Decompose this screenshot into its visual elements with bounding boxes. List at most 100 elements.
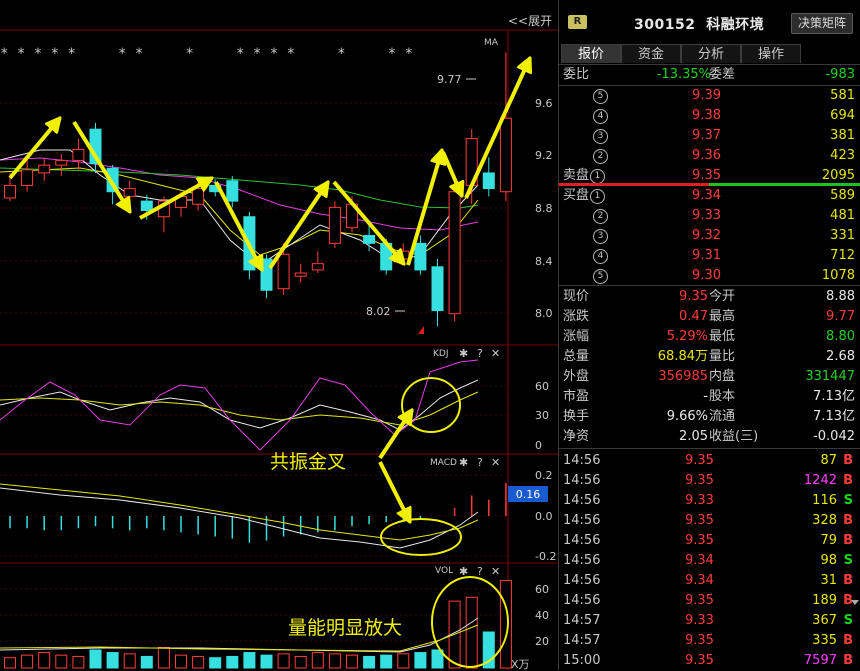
tick-volume: 189 [812, 593, 837, 608]
stats-row: 外盘 356985 内盘 331447 [559, 367, 860, 387]
price-axis-tick: 9.6 [535, 97, 553, 110]
candle-body [140, 200, 153, 211]
candle-body [38, 164, 51, 174]
macd-close-icon: ✕ [491, 456, 500, 469]
volume-bar [277, 653, 290, 669]
scroll-down-icon[interactable] [851, 600, 859, 605]
ask-price: 9.37 [692, 128, 721, 143]
tab-analysis[interactable]: 分析 [681, 44, 741, 63]
tick-time: 14:56 [563, 573, 601, 588]
stock-chart[interactable]: 9.69.28.88.48.0 60300 0.20.0-0.2 604020 … [0, 0, 558, 670]
tick-row[interactable]: 14:57 9.35 335 B [559, 631, 860, 651]
volume-bar [363, 655, 376, 669]
bid-level-3[interactable]: 3 9.32 331 [559, 226, 860, 246]
tick-row[interactable]: 14:56 9.35 79 B [559, 531, 860, 551]
tab-operation[interactable]: 操作 [741, 44, 801, 63]
volume-bar [4, 657, 16, 669]
ask-level-4[interactable]: 4 9.38 694 [559, 106, 860, 126]
macd-axis-tick: -0.2 [535, 550, 556, 563]
vol-axis-tick: 60 [535, 583, 549, 596]
ask-volume: 381 [830, 128, 855, 143]
stat-label: 换手 [563, 409, 590, 424]
vol-close-icon: ✕ [491, 565, 500, 578]
stats-row: 换手 9.66% 流通 7.13亿 [559, 407, 860, 427]
candle-body [277, 253, 290, 290]
ask-level-3[interactable]: 3 9.37 381 [559, 126, 860, 146]
signal-stars: * * * * * * * * * * * * * * * [0, 46, 413, 62]
bid-level-1[interactable]: 买盘 1 9.34 589 [559, 186, 860, 206]
volume-bar [55, 654, 68, 669]
tick-time: 14:56 [563, 473, 601, 488]
candle-body [226, 180, 239, 202]
stat-label: 净资 [563, 429, 590, 444]
quote-panel: R 300152 科融环境 决策矩阵 报价 资金 分析 操作 委比 -13.35… [558, 0, 860, 670]
stock-code: 300152 [634, 17, 696, 33]
tick-price: 9.35 [685, 453, 714, 468]
vol-axis-tick: 40 [535, 609, 549, 622]
expand-button[interactable]: <<展开 [508, 12, 552, 29]
tab-funds[interactable]: 资金 [621, 44, 681, 63]
stat-label: 外盘 [563, 369, 590, 384]
tick-direction: B [843, 453, 853, 468]
volume-bar [106, 652, 119, 669]
stat-value: 9.66% [666, 409, 708, 424]
volume-bar [140, 655, 153, 669]
decision-matrix-button[interactable]: 决策矩阵 [791, 13, 853, 34]
ask-level-2[interactable]: 2 9.36 423 [559, 146, 860, 166]
ask-volume: 581 [830, 88, 855, 103]
stat-value: 68.84万 [657, 349, 708, 364]
tick-direction: B [843, 513, 853, 528]
stat-label: 流通 [709, 409, 736, 424]
candle-body [294, 272, 307, 277]
tick-row[interactable]: 14:57 9.33 367 S [559, 611, 860, 631]
stat-label: 最高 [709, 309, 736, 324]
stock-title: 300152 科融环境 [634, 14, 764, 34]
ma-line-yellow [0, 167, 479, 256]
stat-value: 2.05 [679, 429, 708, 444]
tick-price: 9.33 [685, 613, 714, 628]
volume-bar [499, 580, 512, 669]
tick-direction: S [843, 493, 853, 508]
kdj-axis-tick: 60 [535, 380, 549, 393]
chart-panel[interactable]: 9.6 9.2 8.8 8.4 8.0 60 30 0 0.2 0.0 -0.2 60 40 20 … [0, 0, 558, 670]
tick-row[interactable]: 14:56 9.34 31 B [559, 571, 860, 591]
tick-row[interactable]: 14:56 9.35 328 B [559, 511, 860, 531]
stat-value: 0.47 [679, 309, 708, 324]
bid-level-4[interactable]: 4 9.31 712 [559, 246, 860, 266]
tick-price: 9.34 [685, 553, 714, 568]
tick-volume: 328 [812, 513, 837, 528]
volume-bar [89, 649, 102, 669]
macd-axis-tick: 0.0 [535, 510, 553, 523]
tick-row[interactable]: 14:56 9.35 1242 B [559, 471, 860, 491]
tick-time: 14:56 [563, 533, 601, 548]
volume-bar [380, 654, 393, 669]
tick-price: 9.35 [685, 633, 714, 648]
bid-level-2[interactable]: 2 9.33 481 [559, 206, 860, 226]
ask-level-5[interactable]: 5 9.39 581 [559, 86, 860, 106]
tick-price: 9.35 [685, 593, 714, 608]
volume-bar [192, 655, 205, 669]
volume-bar [123, 653, 136, 669]
level-number-icon: 1 [590, 189, 605, 204]
bid-volume: 589 [830, 188, 855, 203]
tick-row[interactable]: 14:56 9.35 189 B [559, 591, 860, 611]
bid-volume: 712 [830, 248, 855, 263]
volume-bar [226, 655, 239, 669]
bid-price: 9.30 [692, 268, 721, 283]
tick-row[interactable]: 14:56 9.34 98 S [559, 551, 860, 571]
tick-row[interactable]: 14:56 9.33 116 S [559, 491, 860, 511]
tab-quote[interactable]: 报价 [561, 44, 621, 63]
bid-level-5[interactable]: 5 9.30 1078 [559, 266, 860, 286]
macd-axis: 0.2 0.0 -0.2 [535, 469, 556, 563]
kdj-axis-tick: 30 [535, 409, 549, 422]
level-number-icon: 4 [593, 109, 608, 124]
tick-row[interactable]: 15:00 9.35 7597 B [559, 651, 860, 671]
tick-row[interactable]: 14:56 9.35 87 B [559, 451, 860, 471]
level-number-icon: 5 [593, 89, 608, 104]
price-low-label: 8.02 [366, 305, 391, 318]
tick-direction: S [843, 613, 853, 628]
tick-price: 9.35 [685, 473, 714, 488]
price-axis-tick: 9.2 [535, 149, 553, 162]
volume-bar [209, 657, 222, 669]
kdj-help-icon: ? [477, 347, 483, 360]
